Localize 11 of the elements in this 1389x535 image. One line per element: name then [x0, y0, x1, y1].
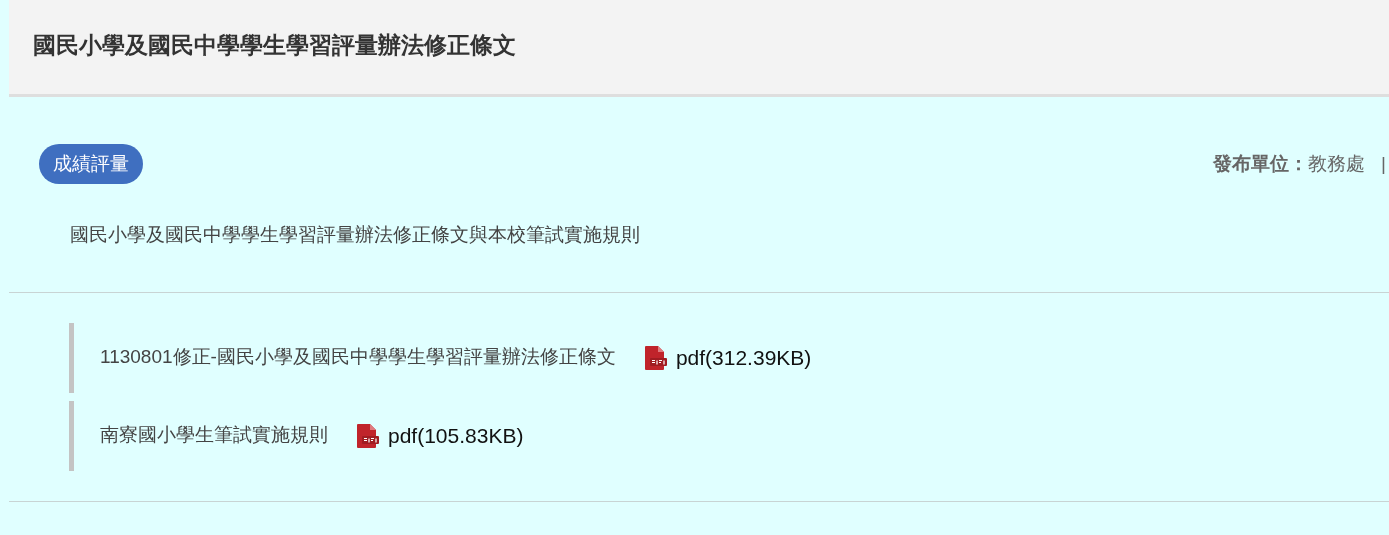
pdf-file-icon	[354, 422, 380, 449]
page-title: 國民小學及國民中學學生學習評量辦法修正條文	[33, 30, 516, 60]
pdf-download-link[interactable]: pdf(312.39KB)	[675, 341, 812, 374]
pdf-download-link[interactable]: pdf(105.83KB)	[388, 419, 524, 452]
description: 國民小學及國民中學學生學習評量辦法修正條文與本校筆試實施規則	[69, 223, 641, 247]
attachment-name: 1130801修正-國民小學及國民中學學生學習評量辦法修正條文	[100, 345, 616, 370]
category-tag: 成績評量	[39, 144, 143, 184]
attachment-name: 南寮國小學生筆試實施規則	[100, 423, 328, 448]
publisher-name: 教務處	[1308, 151, 1366, 176]
separator: |	[1381, 151, 1386, 176]
publisher-label: 發布單位：	[1213, 151, 1309, 176]
